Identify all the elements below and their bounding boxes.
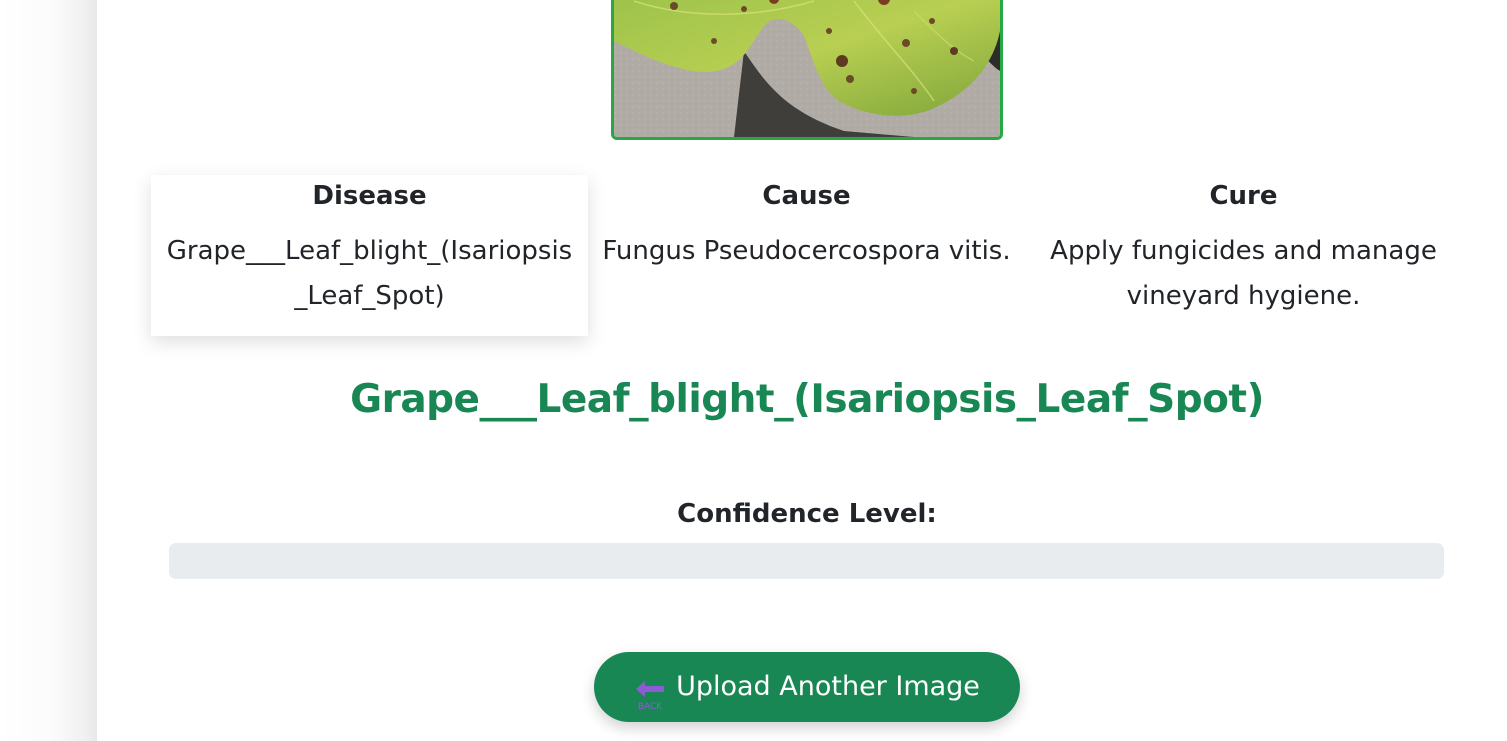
disease-heading: Disease bbox=[312, 181, 427, 211]
upload-another-image-button[interactable]: BACK Upload Another Image bbox=[594, 652, 1020, 722]
confidence-progress-bar bbox=[169, 543, 1444, 579]
prediction-result-title: Grape___Leaf_blight_(Isariopsis_Leaf_Spo… bbox=[350, 377, 1264, 422]
back-arrow-icon: BACK bbox=[634, 669, 666, 712]
sidebar-shadow bbox=[0, 0, 97, 741]
cure-heading: Cure bbox=[1209, 181, 1278, 211]
cause-card: Cause Fungus Pseudocercospora vitis. bbox=[588, 175, 1025, 336]
uploaded-leaf-image bbox=[611, 0, 1003, 140]
cure-card: Cure Apply fungicides and manage vineyar… bbox=[1025, 175, 1462, 336]
page: Disease Grape___Leaf_blight_(Isariopsis_… bbox=[0, 0, 1507, 741]
leaf-picture bbox=[614, 0, 1000, 137]
disease-card: Disease Grape___Leaf_blight_(Isariopsis_… bbox=[151, 175, 588, 336]
cause-heading: Cause bbox=[762, 181, 851, 211]
cure-text: Apply fungicides and manage vineyard hyg… bbox=[1050, 236, 1437, 311]
disease-text: Grape___Leaf_blight_(Isariopsis_Leaf_Spo… bbox=[166, 236, 573, 311]
cause-text: Fungus Pseudocercospora vitis. bbox=[602, 236, 1011, 266]
back-icon-text: BACK bbox=[638, 702, 663, 712]
upload-button-label: Upload Another Image bbox=[676, 671, 980, 702]
confidence-label: Confidence Level: bbox=[677, 499, 937, 529]
